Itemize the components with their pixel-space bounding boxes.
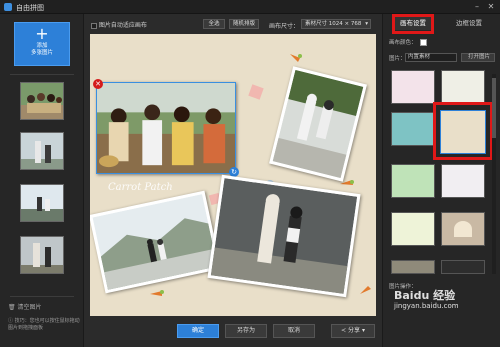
drag-tip: ⓘ 技巧：您也可以按住鼠标拖动图片到拖拽面板 [8, 318, 80, 332]
auto-fill-option[interactable]: 图片自动适应画布 [91, 20, 147, 29]
remove-photo-icon[interactable]: ✕ [93, 79, 103, 89]
background-option[interactable] [391, 164, 435, 198]
image-label: 图片： [389, 56, 406, 62]
collage-canvas[interactable]: Carrot Patch ✕ ↻ [90, 34, 376, 316]
canvas-size-label: 画布尺寸： [269, 23, 300, 30]
plus-icon: + [35, 24, 49, 43]
auto-fill-label: 图片自动适应画布 [98, 22, 147, 29]
highlight-box [392, 14, 434, 34]
collage-photo[interactable] [207, 174, 361, 298]
background-option[interactable] [391, 70, 435, 104]
app-icon [4, 3, 12, 11]
canvas-size-select[interactable]: 素材尺寸 1024 × 768 ▾ [301, 19, 371, 29]
chevron-down-icon: ▾ [361, 327, 365, 334]
background-option[interactable] [441, 164, 485, 198]
add-images-button[interactable]: + 添加 多张图片 [14, 22, 70, 66]
trash-icon: 🗑 [8, 304, 16, 311]
image-thumbnail[interactable] [20, 184, 64, 222]
image-source-select[interactable]: 内置素材 [405, 53, 457, 62]
canvas-decor-text: Carrot Patch [108, 182, 173, 193]
clear-images-label: 清空图片 [17, 304, 42, 311]
watermark-brand: Baidu 经验 [394, 289, 456, 302]
add-images-label: 添加 多张图片 [30, 43, 53, 56]
baidu-watermark: Baidu 经验 jingyan.baidu.com [394, 289, 474, 315]
scrollbar-handle[interactable] [492, 78, 496, 138]
background-option[interactable] [391, 112, 435, 146]
background-option[interactable] [391, 212, 435, 246]
auto-fill-checkbox[interactable] [91, 22, 97, 29]
heart-icon [454, 221, 472, 237]
save-as-button[interactable]: 另存为 [225, 324, 267, 338]
bg-color-label: 画布颜色： [389, 40, 417, 46]
chevron-down-icon: ▾ [365, 21, 368, 27]
info-icon: ⓘ [8, 318, 14, 324]
image-thumbnail[interactable] [20, 132, 64, 170]
close-button[interactable]: ✕ [486, 2, 496, 12]
highlight-box [433, 102, 493, 160]
bg-color-swatch[interactable] [420, 39, 428, 46]
window-title: 自由拼图 [16, 4, 44, 12]
scrollbar[interactable] [492, 74, 496, 274]
select-all-button[interactable]: 全选 [203, 19, 225, 29]
image-thumbnail[interactable] [20, 236, 64, 274]
cancel-button[interactable]: 取消 [273, 324, 315, 338]
photo-group-image [97, 83, 235, 173]
left-panel: + 添加 多张图片 🗑 清空图片 ⓘ 技巧：您也可以按住鼠标拖动图片到拖拽面板 [0, 14, 84, 347]
tab-border-settings[interactable]: 边框设置 [445, 16, 493, 30]
drag-tip-text: 技巧：您也可以按住鼠标拖动图片到拖拽面板 [8, 318, 80, 331]
divider [10, 74, 74, 75]
image-thumbnail[interactable] [20, 82, 64, 120]
share-label: 分享 [348, 327, 361, 334]
thumbnail-image [21, 83, 63, 119]
image-source-value: 内置素材 [408, 54, 431, 60]
background-option[interactable] [441, 260, 485, 274]
thumbnail-image [21, 133, 63, 169]
thumbnail-image [21, 185, 63, 221]
clear-images-button[interactable]: 🗑 清空图片 [8, 302, 78, 312]
share-button[interactable]: ≺ 分享 ▾ [331, 324, 375, 338]
selected-collage-photo[interactable]: ✕ ↻ [93, 79, 239, 177]
top-toolbar: 图片自动适应画布 全选 随机排版 画布尺寸： 素材尺寸 1024 × 768 ▾ [85, 14, 381, 34]
canvas-size-value: 素材尺寸 1024 × 768 [305, 21, 362, 27]
open-image-button[interactable]: 打开图片 [461, 53, 495, 62]
confirm-button[interactable]: 确定 [177, 324, 219, 338]
background-option[interactable] [441, 212, 485, 246]
background-option[interactable] [441, 70, 485, 104]
minimize-button[interactable]: – [472, 2, 482, 12]
watermark-url: jingyan.baidu.com [394, 302, 459, 310]
bg-color-row: 画布颜色： [389, 38, 428, 46]
photo-statue-bottom-image [210, 178, 358, 294]
share-icon: ≺ [341, 327, 347, 334]
title-bar: 自由拼图 – ✕ [0, 0, 500, 14]
background-option[interactable] [391, 260, 435, 274]
thumbnail-image [21, 237, 63, 273]
random-layout-button[interactable]: 随机排版 [229, 19, 259, 29]
bottom-bar: 确定 另存为 取消 ≺ 分享 ▾ [85, 316, 381, 347]
divider [10, 296, 74, 297]
